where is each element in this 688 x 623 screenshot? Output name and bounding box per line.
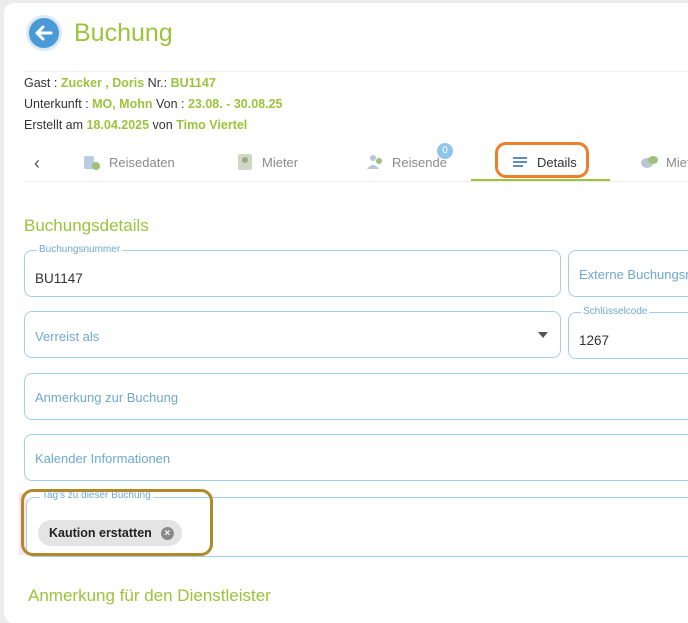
date-range: 23.08. - 30.08.25 bbox=[187, 97, 283, 111]
booking-number-value: BU1147 bbox=[35, 271, 83, 286]
booking-card: Buchung Gast : Zucker , Doris Nr.: BU114… bbox=[4, 3, 688, 623]
booking-number-field[interactable]: Buchungsnummer BU1147 bbox=[24, 244, 561, 297]
tab-miet-label: Miet bbox=[666, 154, 688, 170]
booking-note-field[interactable]: Anmerkung zur Buchung bbox=[24, 373, 688, 420]
tenant-icon bbox=[238, 154, 252, 170]
travelers-icon bbox=[367, 155, 382, 169]
nr-label: Nr.: bbox=[144, 76, 171, 90]
dropdown-caret-icon bbox=[538, 332, 548, 338]
tab-mieter-label: Mieter bbox=[262, 154, 299, 170]
guest-label: Gast : bbox=[24, 76, 61, 90]
unit-label: Unterkunft : bbox=[24, 97, 93, 111]
key-code-field[interactable]: Schlüsselcode 1267 bbox=[568, 306, 688, 359]
external-booking-number-field[interactable]: Externe Buchungsnr bbox=[568, 250, 688, 297]
travel-data-icon bbox=[84, 156, 100, 170]
tab-reisende[interactable]: Reisende bbox=[365, 150, 447, 174]
created-by: Timo Viertel bbox=[176, 118, 248, 132]
key-code-label: Schlüsselcode bbox=[581, 306, 650, 317]
created-label: Erstellt am bbox=[24, 118, 87, 132]
from-label: Von : bbox=[152, 97, 188, 111]
booking-number-label: Buchungsnummer bbox=[37, 244, 123, 255]
rent-icon bbox=[641, 156, 658, 168]
created-info-line: Erstellt am 18.04.2025 von Timo Viertel bbox=[24, 118, 247, 132]
details-tab-annotation-highlight bbox=[495, 142, 589, 178]
travelers-count-badge: 0 bbox=[437, 143, 453, 159]
next-section-title: Anmerkung für den Dienstleister bbox=[28, 586, 271, 605]
created-date: 18.04.2025 bbox=[86, 118, 150, 132]
header-divider bbox=[24, 71, 688, 72]
by-label: von bbox=[149, 118, 177, 132]
travel-as-placeholder: Verreist als bbox=[35, 329, 100, 344]
booking-number-text: BU1147 bbox=[170, 76, 216, 90]
unit-value: MO, Mohn bbox=[92, 97, 153, 111]
tag-annotation-highlight bbox=[21, 489, 213, 556]
guest-name: Zucker , Doris bbox=[60, 76, 145, 90]
booking-note-placeholder: Anmerkung zur Buchung bbox=[35, 390, 179, 405]
section-title: Buchungsdetails bbox=[24, 216, 149, 235]
unit-info-line: Unterkunft : MO, Mohn Von : 23.08. - 30.… bbox=[24, 97, 282, 111]
guest-info-line: Gast : Zucker , Doris Nr.: BU1147 bbox=[24, 76, 216, 90]
tabs-divider bbox=[24, 181, 688, 182]
tab-mieter[interactable]: Mieter bbox=[235, 150, 298, 174]
calendar-info-field[interactable]: Kalender Informationen bbox=[24, 434, 688, 481]
key-code-value: 1267 bbox=[579, 333, 610, 348]
external-booking-number-placeholder: Externe Buchungsnr bbox=[579, 267, 688, 282]
back-button[interactable] bbox=[26, 15, 62, 51]
tab-miet[interactable]: Miet bbox=[639, 150, 688, 174]
arrow-left-icon bbox=[35, 25, 53, 41]
page-title: Buchung bbox=[74, 19, 173, 47]
calendar-info-placeholder: Kalender Informationen bbox=[35, 451, 171, 466]
tab-reisedaten[interactable]: Reisedaten bbox=[82, 150, 175, 174]
tabs-scroll-left-button[interactable]: ‹ bbox=[34, 153, 40, 174]
tab-reisedaten-label: Reisedaten bbox=[109, 154, 175, 170]
travel-as-select[interactable]: Verreist als bbox=[24, 311, 561, 358]
